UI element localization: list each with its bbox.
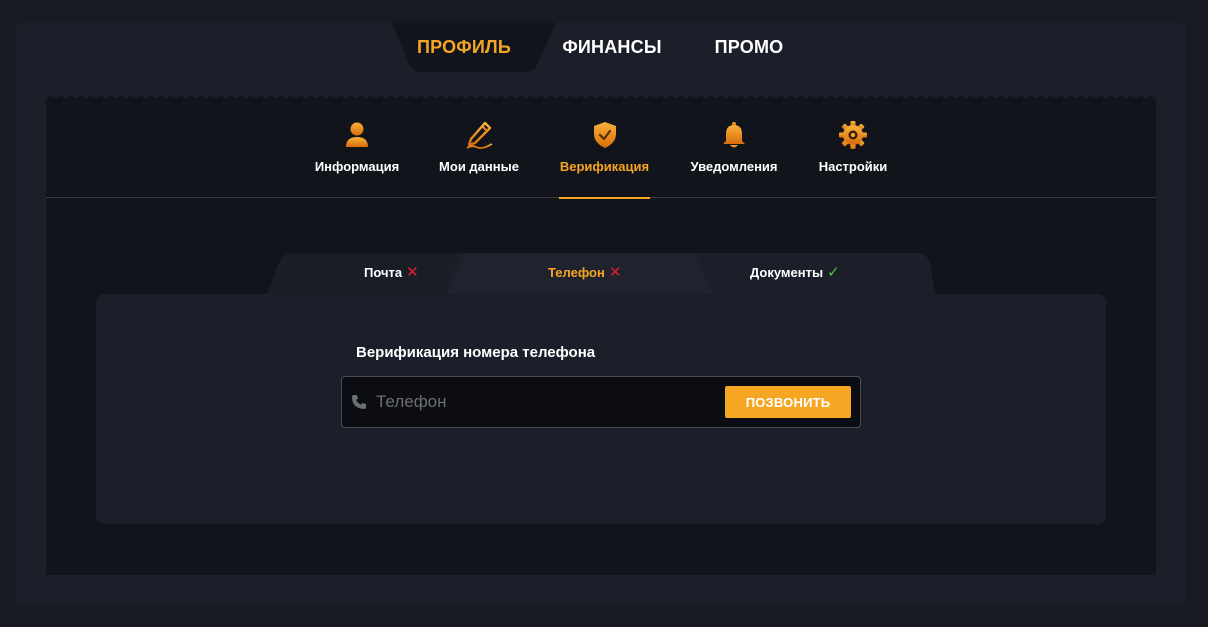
profile-container: ПРОФИЛЬ ФИНАНСЫ ПРОМО Информация Мои дан… <box>16 23 1186 605</box>
call-button[interactable]: ПОЗВОНИТЬ <box>725 386 851 418</box>
profile-sub-nav: Информация Мои данные Верификация Уведом… <box>46 98 1156 199</box>
verification-tab-label: Телефон <box>548 265 605 280</box>
verification-tab-documents[interactable]: Документы ✓ <box>750 263 840 281</box>
verification-tab-phone[interactable]: Телефон ✕ <box>548 263 621 281</box>
sub-nav-label: Уведомления <box>690 159 778 174</box>
verification-tabs: Почта ✕ Телефон ✕ Документы ✓ <box>46 253 1156 298</box>
shield-check-icon <box>593 122 616 148</box>
user-icon <box>346 122 368 147</box>
verification-tab-label: Почта <box>364 265 403 280</box>
tab-profile[interactable]: ПРОФИЛЬ <box>392 23 536 73</box>
verification-tab-email[interactable]: Почта ✕ <box>364 263 419 281</box>
gear-icon <box>839 121 867 149</box>
verification-tab-label: Документы <box>750 265 824 280</box>
verified-check-icon: ✓ <box>827 264 840 281</box>
phone-verification-card: Верификация номера телефона ПОЗВОНИТЬ <box>96 294 1106 524</box>
sub-nav-label: Верификация <box>559 159 650 174</box>
phone-verification-title: Верификация номера телефона <box>356 344 596 361</box>
sub-nav-my-data[interactable]: Мои данные <box>439 120 519 174</box>
sub-nav-information[interactable]: Информация <box>314 120 400 174</box>
not-verified-icon: ✕ <box>608 264 622 281</box>
main-tabs: ПРОФИЛЬ ФИНАНСЫ ПРОМО <box>16 23 1186 73</box>
sub-nav-settings[interactable]: Настройки <box>818 120 888 174</box>
active-sub-nav-indicator <box>559 197 650 199</box>
tab-promo[interactable]: ПРОМО <box>706 23 792 73</box>
phone-input[interactable] <box>376 387 716 417</box>
profile-panel: Информация Мои данные Верификация Уведом… <box>46 95 1156 575</box>
sub-nav-label: Настройки <box>818 159 888 174</box>
pencil-icon <box>466 121 493 149</box>
phone-input-group: ПОЗВОНИТЬ <box>341 376 861 428</box>
sub-nav-label: Информация <box>314 159 400 174</box>
sub-nav-verification[interactable]: Верификация <box>559 120 650 174</box>
tab-finance[interactable]: ФИНАНСЫ <box>556 23 668 73</box>
not-verified-icon: ✕ <box>406 264 419 281</box>
sub-nav-notifications[interactable]: Уведомления <box>690 120 778 174</box>
phone-icon <box>352 395 366 409</box>
sub-nav-label: Мои данные <box>439 159 519 174</box>
bell-icon <box>723 122 745 148</box>
